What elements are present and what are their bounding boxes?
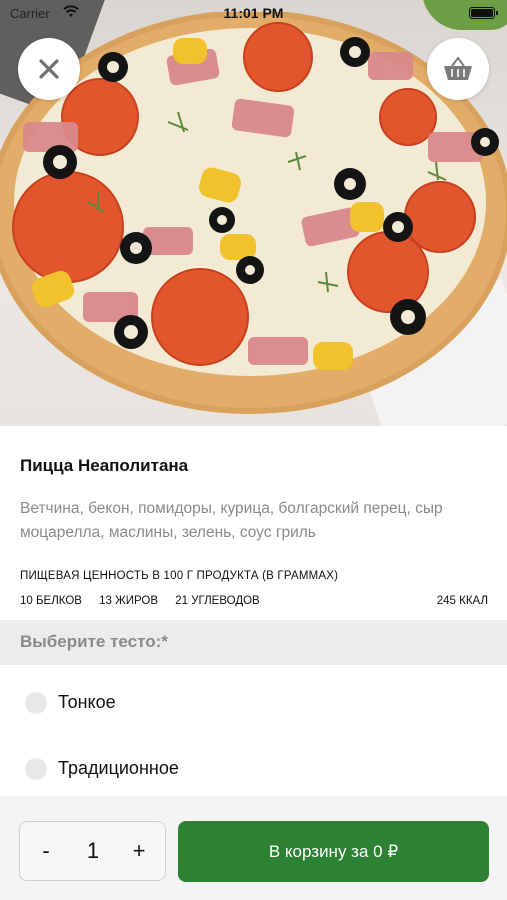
nutrition-proteins: 10 БЕЛКОВ [20, 595, 82, 607]
radio-button[interactable] [25, 758, 47, 780]
dough-section-label: Выберите тесто:* [20, 632, 168, 651]
nutrition-values: 10 БЕЛКОВ 13 ЖИРОВ 21 УГЛЕВОДОВ 245 ККАЛ [20, 595, 488, 607]
nutrition-carbs: 21 УГЛЕВОДОВ [175, 595, 260, 607]
clock: 11:01 PM [223, 5, 284, 21]
dough-option-thin[interactable]: Тонкое [0, 672, 507, 734]
battery-icon [469, 7, 498, 19]
product-title: Пицца Неаполитана [20, 456, 189, 475]
dough-section-header: Выберите тесто:* [0, 620, 507, 665]
quantity-value: 1 [86, 838, 100, 863]
quantity-stepper: - 1 + [19, 821, 166, 881]
dough-option-label: Традиционное [58, 758, 179, 778]
status-bar: Carrier 11:01 PM [0, 0, 507, 28]
nutrition-kcal: 245 ККАЛ [436, 595, 488, 607]
basket-icon [444, 56, 472, 80]
bottom-bar: - 1 + В корзину за 0 ₽ [0, 796, 507, 900]
product-description: Ветчина, бекон, помидоры, курица, болгар… [20, 500, 443, 541]
basket-button[interactable] [427, 38, 489, 100]
add-to-cart-button[interactable]: В корзину за 0 ₽ [178, 821, 489, 882]
dough-option-label: Тонкое [58, 692, 116, 712]
close-button[interactable] [18, 38, 80, 100]
radio-button[interactable] [25, 692, 47, 714]
nutrition-heading: ПИЩЕВАЯ ЦЕННОСТЬ В 100 Г ПРОДУКТА (В ГРА… [20, 570, 339, 582]
decrement-button[interactable]: - [20, 822, 72, 880]
dough-option-traditional[interactable]: Традиционное [0, 738, 507, 800]
increment-button[interactable]: + [113, 822, 165, 880]
nutrition-fats: 13 ЖИРОВ [99, 595, 159, 607]
close-icon [39, 59, 59, 79]
